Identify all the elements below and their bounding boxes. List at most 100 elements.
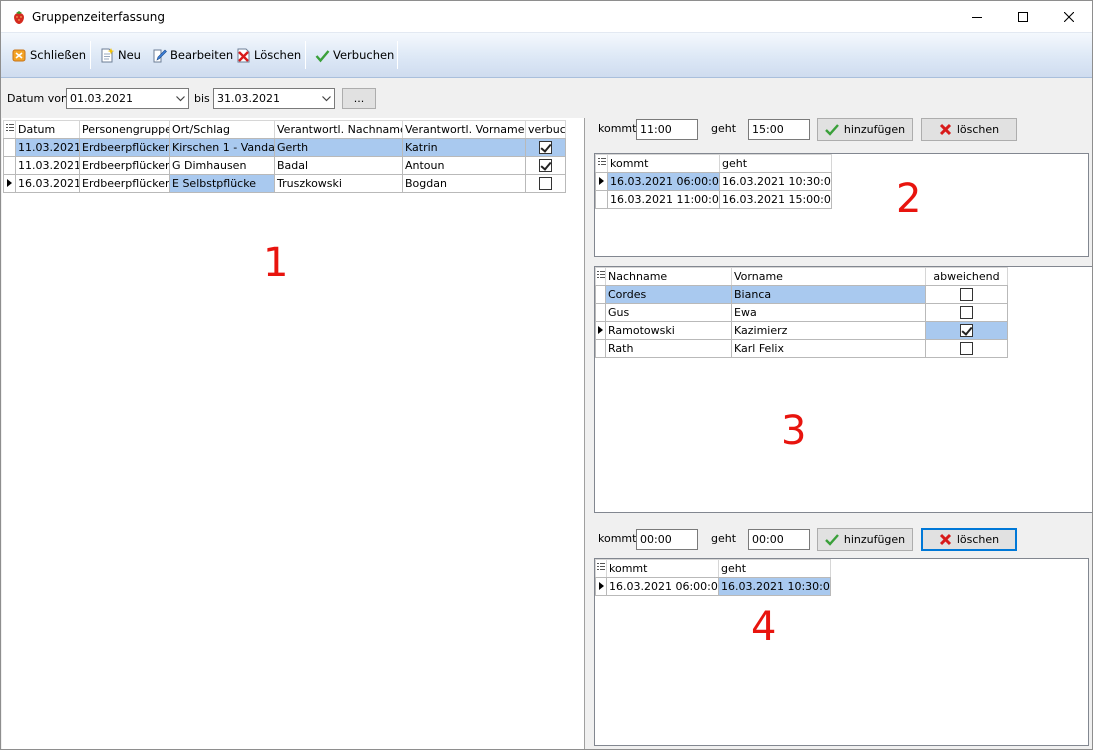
- minimize-button[interactable]: [954, 1, 1000, 32]
- table-cell[interactable]: [525, 138, 566, 157]
- table-cell[interactable]: 16.03.2021 11:00:00: [607, 190, 720, 209]
- row-header[interactable]: [595, 190, 608, 209]
- table-row[interactable]: Rath Karl Felix: [595, 339, 1008, 358]
- table-cell[interactable]: [925, 303, 1008, 322]
- row-header[interactable]: [595, 577, 607, 596]
- table-row[interactable]: 11.03.2021 Erdbeerpflücker Kirschen 1 - …: [3, 138, 566, 157]
- column-chooser-icon[interactable]: [3, 120, 16, 139]
- chevron-down-icon[interactable]: [172, 89, 188, 108]
- column-header[interactable]: Personengruppe: [79, 120, 170, 139]
- table-row[interactable]: 16.03.2021 06:00:00 16.03.2021 10:30:00: [595, 577, 831, 596]
- title-bar[interactable]: Gruppenzeiterfassung: [1, 1, 1092, 32]
- table-row[interactable]: 11.03.2021 Erdbeerpflücker G Dimhausen B…: [3, 156, 566, 175]
- table-cell[interactable]: Katrin: [402, 138, 526, 157]
- deviating-checkbox[interactable]: [960, 288, 973, 301]
- deviating-checkbox[interactable]: [960, 306, 973, 319]
- deviating-checkbox[interactable]: [960, 342, 973, 355]
- table-cell[interactable]: Rath: [605, 339, 732, 358]
- table-cell[interactable]: 16.03.2021: [15, 174, 80, 193]
- row-header[interactable]: [3, 138, 16, 157]
- table-cell[interactable]: 11.03.2021: [15, 138, 80, 157]
- table-row[interactable]: Gus Ewa: [595, 303, 1008, 322]
- person-kommt-input[interactable]: 00:00: [636, 529, 698, 550]
- close-button[interactable]: Schließen: [12, 45, 86, 65]
- table-cell[interactable]: Gus: [605, 303, 732, 322]
- person-delete-button[interactable]: löschen: [921, 528, 1017, 551]
- date-from-picker[interactable]: 01.03.2021: [66, 88, 189, 109]
- table-cell[interactable]: 16.03.2021 06:00:00: [607, 172, 720, 191]
- table-cell[interactable]: [925, 285, 1008, 304]
- column-header[interactable]: Ort/Schlag: [169, 120, 275, 139]
- edit-button[interactable]: Bearbeiten: [152, 45, 233, 65]
- chevron-down-icon[interactable]: [318, 89, 334, 108]
- booked-checkbox[interactable]: [539, 159, 552, 172]
- table-cell[interactable]: Ramotowski: [605, 321, 732, 340]
- group-geht-input[interactable]: 15:00: [748, 119, 810, 140]
- table-cell[interactable]: Kirschen 1 - Vanda: [169, 138, 275, 157]
- column-header[interactable]: Verantwortl. Nachname: [274, 120, 403, 139]
- column-header[interactable]: Nachname: [605, 267, 732, 286]
- table-cell[interactable]: Ewa: [731, 303, 926, 322]
- table-row[interactable]: 16.03.2021 06:00:00 16.03.2021 10:30:00: [595, 172, 832, 191]
- column-header[interactable]: Vorname: [731, 267, 926, 286]
- booked-checkbox[interactable]: [539, 141, 552, 154]
- date-to-picker[interactable]: 31.03.2021: [213, 88, 335, 109]
- table-cell[interactable]: Cordes: [605, 285, 732, 304]
- column-header[interactable]: kommt: [607, 154, 720, 173]
- column-header[interactable]: Datum: [15, 120, 80, 139]
- group-kommt-input[interactable]: 11:00: [636, 119, 698, 140]
- table-cell[interactable]: E Selbstpflücke: [169, 174, 275, 193]
- table-cell[interactable]: 16.03.2021 15:00:00: [719, 190, 832, 209]
- table-cell[interactable]: Kazimierz: [731, 321, 926, 340]
- table-cell[interactable]: Erdbeerpflücker: [79, 174, 170, 193]
- column-header[interactable]: geht: [718, 559, 831, 578]
- table-cell[interactable]: [525, 156, 566, 175]
- column-chooser-icon[interactable]: [595, 559, 607, 578]
- column-header[interactable]: Verantwortl. Vorname: [402, 120, 526, 139]
- table-cell[interactable]: Erdbeerpflücker: [79, 138, 170, 157]
- table-cell[interactable]: Bianca: [731, 285, 926, 304]
- table-cell[interactable]: Antoun: [402, 156, 526, 175]
- table-cell[interactable]: G Dimhausen: [169, 156, 275, 175]
- table-row[interactable]: 16.03.2021 11:00:00 16.03.2021 15:00:00: [595, 190, 832, 209]
- person-add-button[interactable]: hinzufügen: [817, 528, 913, 551]
- deviating-checkbox[interactable]: [960, 324, 973, 337]
- maximize-button[interactable]: [1000, 1, 1046, 32]
- column-header[interactable]: abweichend: [925, 267, 1008, 286]
- more-options-button[interactable]: ...: [342, 88, 376, 109]
- table-cell[interactable]: 16.03.2021 06:00:00: [606, 577, 719, 596]
- close-window-button[interactable]: [1046, 1, 1092, 32]
- table-cell[interactable]: 16.03.2021 10:30:00: [719, 172, 832, 191]
- column-chooser-icon[interactable]: [595, 267, 606, 286]
- group-delete-button[interactable]: löschen: [921, 118, 1017, 141]
- column-header[interactable]: kommt: [606, 559, 719, 578]
- column-chooser-icon[interactable]: [595, 154, 608, 173]
- row-header[interactable]: [595, 303, 606, 322]
- table-row[interactable]: 16.03.2021 Erdbeerpflücker E Selbstpflüc…: [3, 174, 566, 193]
- column-header[interactable]: verbuc: [525, 120, 566, 139]
- row-header[interactable]: [3, 174, 16, 193]
- row-header[interactable]: [595, 172, 608, 191]
- table-cell[interactable]: Gerth: [274, 138, 403, 157]
- table-cell[interactable]: [525, 174, 566, 193]
- table-cell[interactable]: Erdbeerpflücker: [79, 156, 170, 175]
- table-cell[interactable]: Bogdan: [402, 174, 526, 193]
- panel-splitter[interactable]: [584, 118, 585, 749]
- group-add-button[interactable]: hinzufügen: [817, 118, 913, 141]
- table-row[interactable]: Ramotowski Kazimierz: [595, 321, 1008, 340]
- table-cell[interactable]: Truszkowski: [274, 174, 403, 193]
- table-cell[interactable]: [925, 339, 1008, 358]
- table-cell[interactable]: [925, 321, 1008, 340]
- row-header[interactable]: [595, 321, 606, 340]
- delete-button[interactable]: Löschen: [236, 45, 301, 65]
- row-header[interactable]: [595, 339, 606, 358]
- book-button[interactable]: Verbuchen: [315, 45, 394, 65]
- row-header[interactable]: [3, 156, 16, 175]
- table-cell[interactable]: 11.03.2021: [15, 156, 80, 175]
- table-cell[interactable]: Badal: [274, 156, 403, 175]
- booked-checkbox[interactable]: [539, 177, 552, 190]
- person-geht-input[interactable]: 00:00: [748, 529, 810, 550]
- row-header[interactable]: [595, 285, 606, 304]
- new-button[interactable]: Neu: [100, 45, 141, 65]
- column-header[interactable]: geht: [719, 154, 832, 173]
